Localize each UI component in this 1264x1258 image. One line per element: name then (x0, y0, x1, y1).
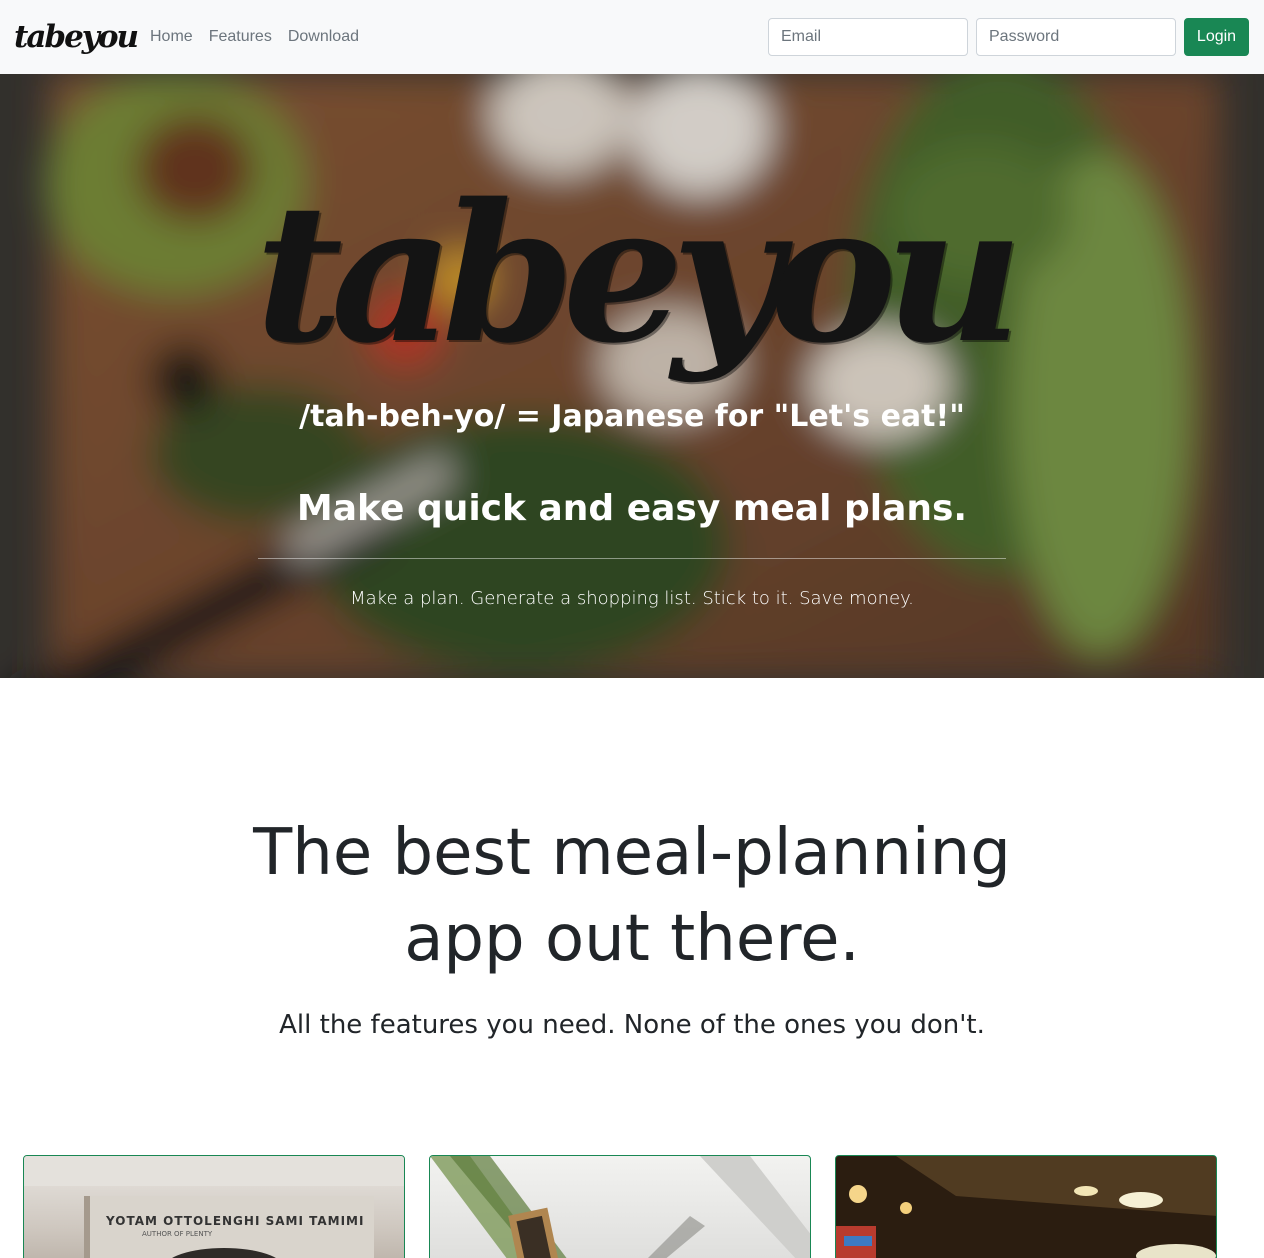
hero-tagline: Make quick and easy meal plans. (296, 488, 968, 529)
cookbook-image (24, 1156, 404, 1258)
hero-logo-text: tabeyou (255, 162, 1023, 385)
hero-divider (258, 558, 1006, 559)
brand-logo-text: tabeyou (14, 18, 139, 55)
feature-card-cookbook[interactable]: YOTAM OTTOLENGHI SAMI TAMIMI AUTHOR OF P… (23, 1155, 405, 1258)
hero-logo: tabeyou (255, 124, 1023, 424)
hero-section: tabeyou /tah-beh-yo/ = Japanese for "Let… (0, 74, 1264, 678)
pronunciation-heading: /tah-beh-yo/ = Japanese for "Let's eat!" (299, 399, 965, 434)
menu-board-image (430, 1156, 810, 1258)
password-field[interactable] (976, 18, 1176, 56)
nav-link-features[interactable]: Features (209, 27, 272, 47)
nav-link-home[interactable]: Home (150, 27, 193, 47)
navbar: tabeyou Home Features Download Login (0, 0, 1264, 74)
email-field[interactable] (768, 18, 968, 56)
cookbook-title: YOTAM OTTOLENGHI SAMI TAMIMI (106, 1214, 365, 1228)
login-button[interactable]: Login (1184, 18, 1249, 56)
nav-link-download[interactable]: Download (288, 27, 359, 47)
features-subheadline: All the features you need. None of the o… (279, 1010, 985, 1040)
hero-subtext: Make a plan. Generate a shopping list. S… (350, 588, 914, 609)
features-headline-line2: app out there. (404, 902, 860, 976)
login-form: Login (768, 18, 1249, 56)
feature-card-market[interactable] (835, 1155, 1217, 1258)
market-image (836, 1156, 1216, 1258)
nav-links: Home Features Download (150, 27, 359, 47)
brand-logo[interactable]: tabeyou (14, 14, 139, 60)
features-headline: The best meal-planning app out there. (0, 810, 1264, 982)
feature-card-menu[interactable] (429, 1155, 811, 1258)
cookbook-subtitle: AUTHOR OF PLENTY (142, 1230, 213, 1238)
features-headline-line1: The best meal-planning (253, 816, 1011, 890)
